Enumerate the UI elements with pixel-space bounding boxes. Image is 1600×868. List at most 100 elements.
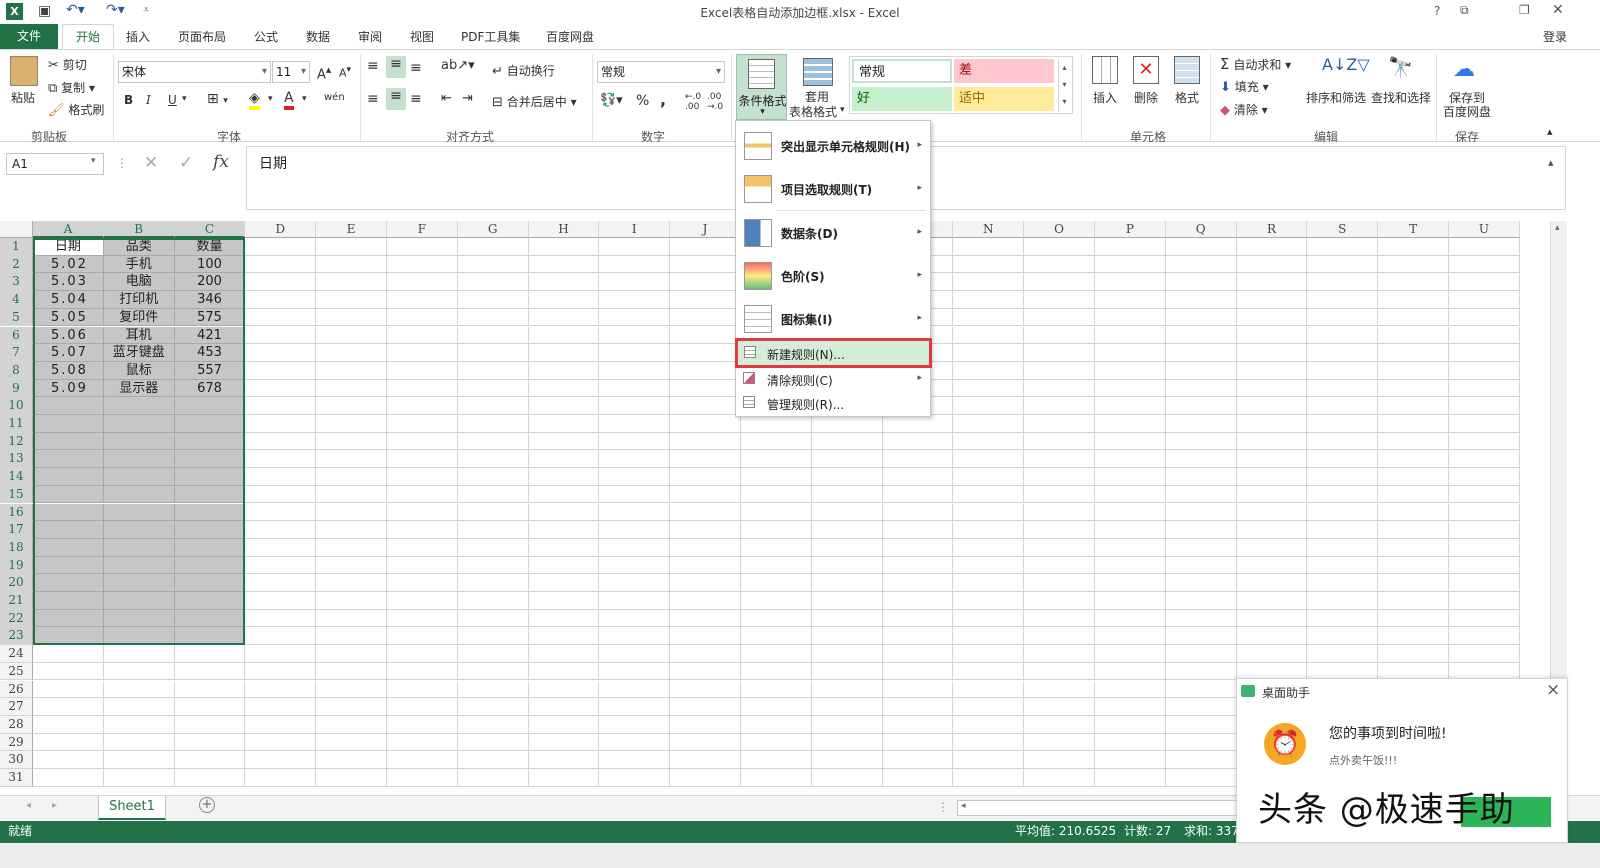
table-cell[interactable] xyxy=(528,574,600,592)
table-cell[interactable] xyxy=(387,273,458,292)
table-cell[interactable]: 5.04 xyxy=(33,291,104,309)
table-cell[interactable] xyxy=(245,645,317,663)
table-cell[interactable] xyxy=(174,645,246,663)
table-cell[interactable] xyxy=(33,698,104,716)
format-as-table-dropdown-icon[interactable]: ▾ xyxy=(840,105,845,115)
table-cell[interactable] xyxy=(1307,379,1379,398)
table-cell[interactable] xyxy=(953,485,1025,504)
table-cell[interactable] xyxy=(1307,592,1379,610)
table-cell[interactable] xyxy=(811,485,883,504)
tab-home[interactable]: 开始 xyxy=(62,24,114,50)
table-cell[interactable] xyxy=(174,468,246,486)
table-cell[interactable] xyxy=(528,485,600,504)
table-cell[interactable] xyxy=(457,662,529,681)
row-header[interactable]: 16 xyxy=(0,503,33,522)
delete-cells-button[interactable]: 删除 xyxy=(1134,89,1158,106)
decrease-decimal-icon[interactable]: .00 →.0 xyxy=(707,92,723,112)
column-header[interactable]: I xyxy=(599,221,671,238)
table-cell[interactable] xyxy=(953,326,1025,345)
column-header[interactable]: U xyxy=(1449,221,1520,238)
table-cell[interactable] xyxy=(1095,432,1166,451)
underline-dropdown-icon[interactable]: ▾ xyxy=(182,94,187,104)
table-cell[interactable] xyxy=(245,556,317,575)
table-cell[interactable] xyxy=(1449,432,1520,451)
table-cell[interactable] xyxy=(316,503,387,522)
menu-clear-rules[interactable]: 清除规则(C) ▸ xyxy=(736,369,930,391)
table-cell[interactable] xyxy=(1307,485,1379,504)
table-cell[interactable] xyxy=(882,769,954,787)
table-cell[interactable] xyxy=(33,592,104,610)
autosum-button[interactable]: Σ 自动求和 ▾ xyxy=(1220,55,1291,73)
table-cell[interactable] xyxy=(245,715,317,734)
table-cell[interactable] xyxy=(528,538,600,557)
table-cell[interactable] xyxy=(33,751,104,769)
table-cell[interactable] xyxy=(882,609,954,628)
table-cell[interactable] xyxy=(599,344,671,362)
increase-decimal-icon[interactable]: ←.0.00 xyxy=(685,92,701,112)
table-cell[interactable] xyxy=(599,698,671,716)
table-cell[interactable] xyxy=(1307,609,1379,628)
column-header[interactable]: A xyxy=(33,221,104,238)
table-cell[interactable] xyxy=(811,609,883,628)
table-cell[interactable] xyxy=(387,680,458,699)
row-header[interactable]: 12 xyxy=(0,432,33,451)
format-as-table-icon[interactable] xyxy=(803,58,833,86)
table-cell[interactable] xyxy=(1449,556,1520,575)
table-cell[interactable] xyxy=(457,592,529,610)
table-cell[interactable] xyxy=(1307,361,1379,380)
table-cell[interactable] xyxy=(1449,291,1520,309)
tab-view[interactable]: 视图 xyxy=(410,28,434,45)
table-cell[interactable] xyxy=(599,751,671,769)
table-cell[interactable] xyxy=(316,415,387,433)
table-cell[interactable] xyxy=(1378,415,1449,433)
table-cell[interactable] xyxy=(33,662,104,681)
table-cell[interactable] xyxy=(245,769,317,787)
table-cell[interactable] xyxy=(670,521,741,539)
table-cell[interactable] xyxy=(528,769,600,787)
table-cell[interactable] xyxy=(953,769,1025,787)
table-cell[interactable] xyxy=(33,627,104,646)
column-header[interactable]: R xyxy=(1236,221,1308,238)
table-cell[interactable] xyxy=(741,698,812,716)
table-cell[interactable] xyxy=(1165,468,1237,486)
table-cell[interactable] xyxy=(1236,326,1308,345)
table-cell[interactable] xyxy=(599,273,671,292)
table-cell[interactable] xyxy=(670,450,741,469)
table-cell[interactable] xyxy=(670,715,741,734)
merge-center-button[interactable]: ⊟ 合并后居中 ▾ xyxy=(492,93,577,110)
row-header[interactable]: 20 xyxy=(0,574,33,592)
table-cell[interactable]: 复印件 xyxy=(103,308,175,327)
table-cell[interactable] xyxy=(882,751,954,769)
table-cell[interactable] xyxy=(528,609,600,628)
row-header[interactable]: 1 xyxy=(0,238,33,256)
column-header[interactable]: F xyxy=(387,221,458,238)
table-cell[interactable] xyxy=(1095,308,1166,327)
table-cell[interactable] xyxy=(528,326,600,345)
table-cell[interactable] xyxy=(33,556,104,575)
table-cell[interactable] xyxy=(387,361,458,380)
table-cell[interactable] xyxy=(882,645,954,663)
table-cell[interactable] xyxy=(741,662,812,681)
table-cell[interactable] xyxy=(174,680,246,699)
table-cell[interactable] xyxy=(599,415,671,433)
table-cell[interactable] xyxy=(1024,680,1095,699)
table-cell[interactable] xyxy=(1449,450,1520,469)
table-cell[interactable] xyxy=(1024,273,1095,292)
table-cell[interactable] xyxy=(528,733,600,752)
table-cell[interactable] xyxy=(1307,556,1379,575)
conditional-format-button[interactable]: 条件格式 ▾ xyxy=(736,54,787,120)
column-header[interactable]: G xyxy=(457,221,529,238)
table-cell[interactable] xyxy=(599,521,671,539)
table-cell[interactable] xyxy=(953,609,1025,628)
table-cell[interactable] xyxy=(1378,255,1449,274)
style-normal[interactable]: 常规 xyxy=(852,59,952,83)
table-cell[interactable] xyxy=(528,556,600,575)
table-cell[interactable] xyxy=(1165,344,1237,362)
row-header[interactable]: 26 xyxy=(0,680,33,699)
table-cell[interactable] xyxy=(1024,556,1095,575)
table-cell[interactable] xyxy=(457,769,529,787)
fill-color-dropdown-icon[interactable]: ▾ xyxy=(268,94,273,104)
table-cell[interactable] xyxy=(670,698,741,716)
cancel-formula-icon[interactable]: ✕ xyxy=(144,153,158,173)
table-cell[interactable] xyxy=(1307,627,1379,646)
